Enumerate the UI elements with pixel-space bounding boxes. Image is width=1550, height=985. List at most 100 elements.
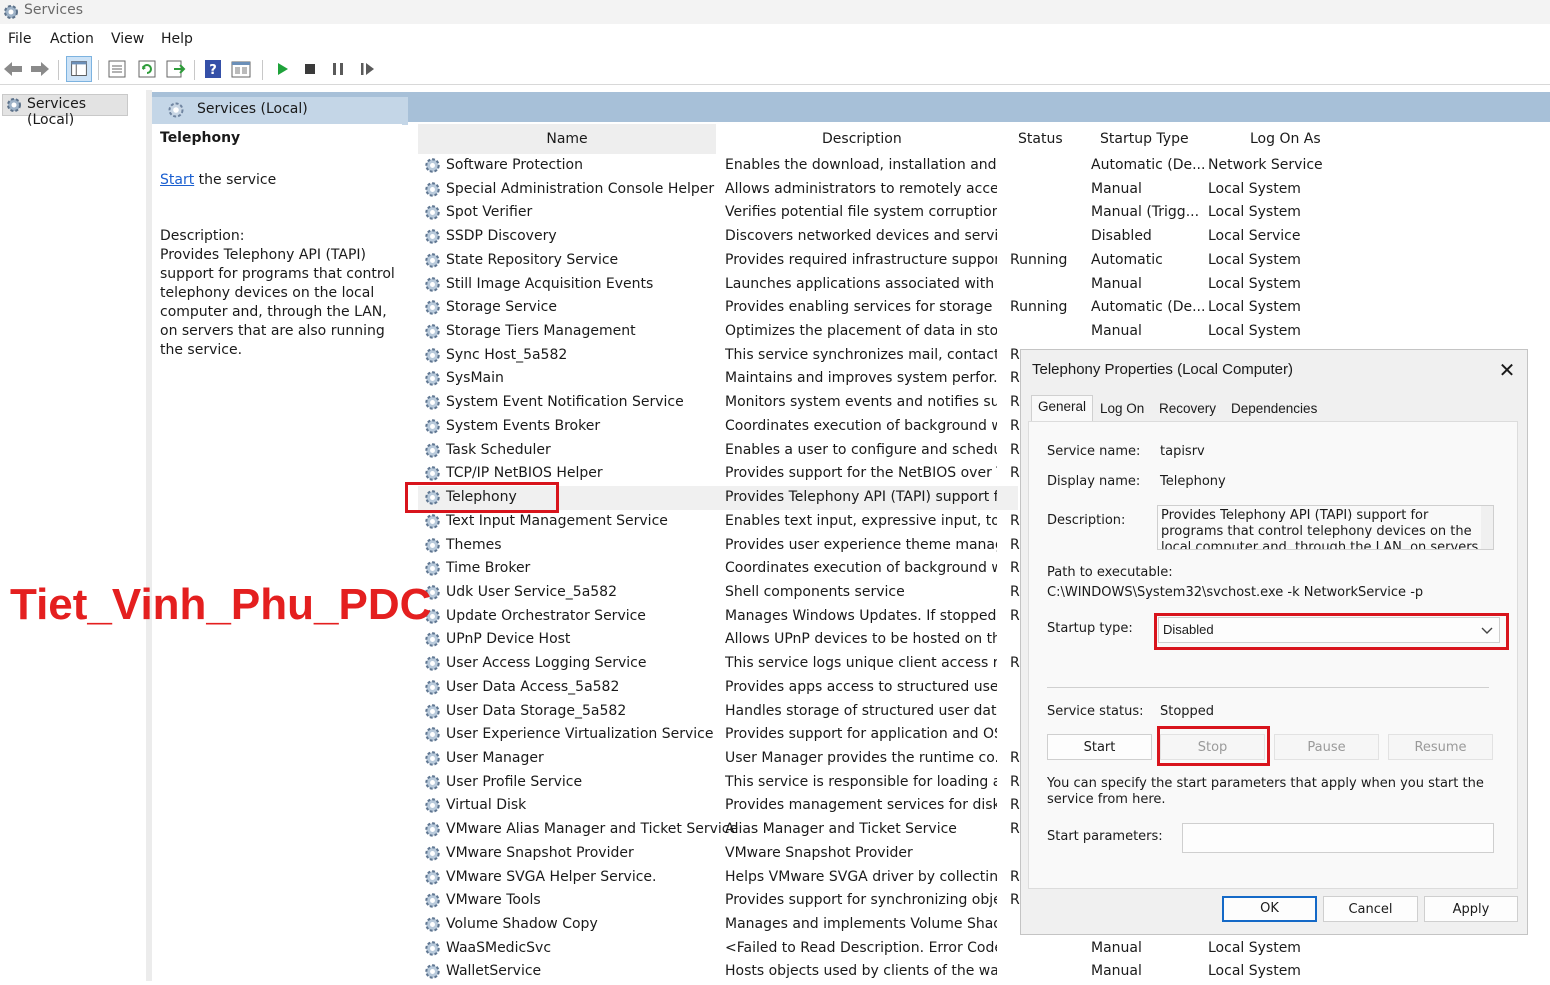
service-row[interactable]: Time Broker Coordinates execution of back…	[418, 557, 1020, 581]
column-header-status[interactable]: Status	[1018, 124, 1063, 154]
description-scrollbar[interactable]	[1481, 506, 1493, 549]
tree-item-label: Services (Local)	[27, 96, 87, 128]
service-name: System Events Broker	[446, 417, 601, 434]
service-row[interactable]: Sync Host_5a582 This service synchronizes…	[418, 344, 1020, 368]
pause-service-icon[interactable]	[327, 58, 349, 80]
column-header-description[interactable]: Description	[822, 124, 902, 154]
service-row[interactable]: VMware Alias Manager and Ticket Service A…	[418, 818, 1020, 842]
service-row[interactable]: SysMain Maintains and improves system per…	[418, 367, 1020, 391]
start-parameters-label: Start parameters:	[1047, 829, 1163, 844]
service-row[interactable]: VMware Snapshot Provider VMware Snapshot …	[418, 842, 1018, 866]
service-row[interactable]: Special Administration Console Helper All…	[418, 178, 1301, 202]
service-row[interactable]: System Events Broker Coordinates executio…	[418, 415, 1020, 439]
service-row[interactable]: User Profile Service This service is resp…	[418, 771, 1020, 795]
service-name: User Access Logging Service	[446, 655, 647, 672]
refresh-icon[interactable]	[136, 58, 158, 80]
pause-button[interactable]: Pause	[1274, 734, 1379, 760]
service-description: Discovers networked devices and servic..…	[725, 228, 997, 245]
tab-recovery[interactable]: Recovery	[1153, 398, 1222, 420]
service-row[interactable]: SSDP Discovery Discovers networked device…	[418, 225, 1300, 249]
title-bar: Services	[0, 0, 1550, 24]
menu-action[interactable]: Action	[50, 31, 94, 47]
service-description: Provides management services for disks,.…	[725, 797, 997, 814]
service-row[interactable]: Storage Tiers Management Optimizes the pl…	[418, 320, 1301, 344]
back-icon[interactable]	[2, 58, 24, 80]
service-name: User Data Access_5a582	[446, 678, 620, 695]
menu-file[interactable]: File	[8, 31, 31, 47]
service-description: Monitors system events and notifies su..…	[725, 394, 997, 411]
service-row[interactable]: Virtual Disk Provides management services…	[418, 794, 1020, 818]
start-button[interactable]: Start	[1047, 734, 1152, 760]
resume-button[interactable]: Resume	[1388, 734, 1493, 760]
service-row[interactable]: Spot Verifier Verifies potential file sys…	[418, 201, 1301, 225]
start-service-icon[interactable]	[271, 58, 293, 80]
service-description: Maintains and improves system perfor...	[725, 370, 997, 387]
service-name: WalletService	[446, 963, 542, 980]
service-row[interactable]: User Data Access_5a582 Provides apps acce…	[418, 676, 1018, 700]
tab-dependencies[interactable]: Dependencies	[1225, 398, 1323, 420]
toolbar: ?	[0, 54, 1550, 85]
column-header-name[interactable]: Name	[418, 124, 716, 154]
service-row[interactable]: User Manager User Manager provides the ru…	[418, 747, 1020, 771]
service-gear-icon	[423, 939, 442, 958]
cancel-button[interactable]: Cancel	[1323, 896, 1418, 922]
service-description: Manages Windows Updates. If stopped, ...	[725, 607, 997, 624]
column-header-startup-type[interactable]: Startup Type	[1100, 124, 1189, 154]
start-service-line: Start the service	[160, 172, 276, 188]
menu-help[interactable]: Help	[161, 31, 193, 47]
service-row[interactable]: VMware Tools Provides support for synchro…	[418, 889, 1020, 913]
forward-icon[interactable]	[29, 58, 51, 80]
start-service-link[interactable]: Start	[160, 172, 194, 188]
export-list-icon[interactable]	[164, 58, 186, 80]
service-row[interactable]: User Experience Virtualization Service Pr…	[418, 723, 1018, 747]
service-row[interactable]: Themes Provides user experience theme man…	[418, 534, 1020, 558]
service-row[interactable]: WaaSMedicSvc <Failed to Read Description.…	[418, 937, 1301, 961]
help-icon[interactable]: ?	[202, 58, 224, 80]
show-hide-tree-icon[interactable]	[66, 56, 92, 82]
service-gear-icon	[423, 322, 442, 341]
service-description: Provides enabling services for storage s…	[725, 299, 997, 316]
service-row[interactable]: Still Image Acquisition Events Launches a…	[418, 273, 1301, 297]
service-row[interactable]: Storage Service Provides enabling service…	[418, 296, 1301, 320]
service-row[interactable]: Update Orchestrator Service Manages Windo…	[418, 605, 1020, 629]
tree-item-services-local[interactable]: Services (Local)	[2, 94, 128, 128]
service-row[interactable]: Udk User Service_5a582 Shell components s…	[418, 581, 1020, 605]
service-row[interactable]: VMware SVGA Helper Service. Helps VMware …	[418, 866, 1020, 890]
menu-view[interactable]: View	[111, 31, 144, 47]
service-row[interactable]: Text Input Management Service Enables tex…	[418, 510, 1020, 534]
service-row[interactable]: Software Protection Enables the download,…	[418, 154, 1323, 178]
service-description: Enables text input, expressive input, to…	[725, 512, 997, 529]
startup-type-label: Startup type:	[1047, 621, 1133, 636]
service-name: Themes	[446, 536, 502, 553]
service-name: User Experience Virtualization Service	[446, 726, 714, 743]
ok-button[interactable]: OK	[1222, 896, 1317, 922]
apply-button[interactable]: Apply	[1424, 896, 1518, 922]
service-log-on-as: Local Service	[1208, 228, 1301, 245]
column-header-log-on-as[interactable]: Log On As	[1250, 124, 1321, 154]
console-tree: Services (Local)	[0, 90, 147, 981]
service-row[interactable]: System Event Notification Service Monitor…	[418, 391, 1020, 415]
service-name: Special Administration Console Helper	[446, 180, 715, 197]
description-field[interactable]: Provides Telephony API (TAPI) support fo…	[1157, 505, 1494, 550]
service-name: VMware Alias Manager and Ticket Service	[446, 821, 739, 838]
toolbar-separator	[262, 60, 263, 80]
service-row[interactable]: User Access Logging Service This service …	[418, 652, 1020, 676]
tab-general[interactable]: General	[1031, 395, 1094, 422]
service-row[interactable]: Task Scheduler Enables a user to configur…	[418, 439, 1020, 463]
service-log-on-as: Local System	[1208, 323, 1301, 340]
service-row[interactable]: State Repository Service Provides require…	[418, 249, 1301, 273]
service-gear-icon	[423, 773, 442, 792]
stop-service-icon[interactable]	[299, 58, 321, 80]
tab-log-on[interactable]: Log On	[1094, 398, 1150, 420]
service-row[interactable]: Volume Shadow Copy Manages and implements…	[418, 913, 1018, 937]
start-parameters-input[interactable]	[1182, 823, 1494, 853]
service-name: VMware Snapshot Provider	[446, 844, 634, 861]
window-title: Services	[24, 2, 84, 18]
console-icon[interactable]	[230, 58, 252, 80]
close-icon[interactable]: ✕	[1497, 358, 1517, 383]
properties-icon[interactable]	[106, 58, 128, 80]
start-parameters-hint: You can specify the start parameters tha…	[1047, 776, 1484, 807]
service-row[interactable]: UPnP Device Host Allows UPnP devices to b…	[418, 628, 1018, 652]
service-row[interactable]: User Data Storage_5a582 Handles storage o…	[418, 700, 1018, 724]
resume-service-icon[interactable]	[356, 58, 378, 80]
